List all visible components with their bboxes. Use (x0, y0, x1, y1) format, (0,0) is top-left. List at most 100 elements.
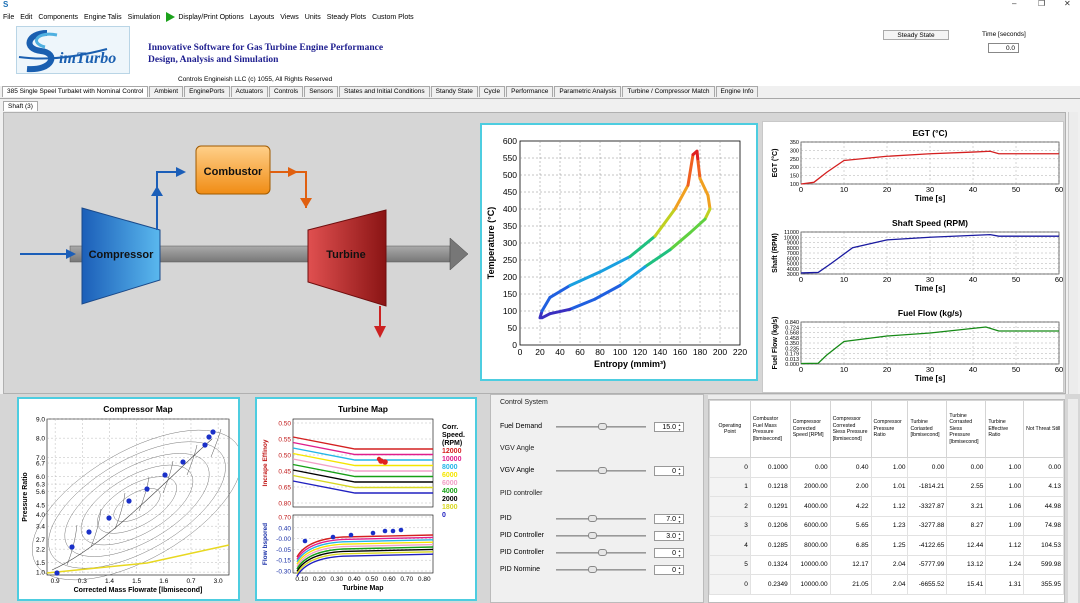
pid-normine-input[interactable]: 0 (654, 564, 684, 575)
menu-steady-plots[interactable]: Steady Plots (327, 14, 366, 21)
slider-thumb[interactable] (588, 514, 597, 522)
tab-steady-state[interactable]: Standy State (430, 86, 478, 97)
fuel-demand-label: Fuel Demand (500, 423, 543, 430)
tab-ambient[interactable]: Ambient (149, 86, 184, 97)
slider-thumb[interactable] (598, 466, 607, 474)
menu-views[interactable]: Views (280, 14, 299, 21)
x-tick-label: 60 (1055, 275, 1063, 284)
pid-controller-2-row: PID Controller 0 (500, 547, 695, 558)
vgv-slider[interactable] (556, 466, 646, 474)
y-tick-label: 550 (503, 153, 517, 163)
col-header[interactable]: Operating Point (709, 400, 751, 458)
pid-normine-slider[interactable] (556, 565, 646, 573)
maximize-icon[interactable]: ❐ (1038, 0, 1045, 8)
pid-controller-2-slider[interactable] (556, 548, 646, 556)
table-cell: 0.1291 (749, 496, 791, 517)
col-header[interactable]: Combustor Fuel Mass Pressure [lbmisecond… (749, 400, 791, 458)
x-tick-label: 20 (883, 365, 891, 374)
minimize-icon[interactable]: – (1012, 0, 1016, 8)
pid-slider[interactable] (556, 514, 646, 522)
close-icon[interactable]: ✕ (1064, 0, 1071, 8)
menu-file[interactable]: File (3, 14, 14, 21)
x-tick-label: 1.4 (105, 578, 114, 585)
tab-parametric[interactable]: Parametric Analysis (554, 86, 622, 97)
table-cell: 2.00 (829, 476, 872, 497)
pid-controller-slider[interactable] (556, 531, 646, 539)
menu-engine[interactable]: Engine Talis (84, 14, 122, 21)
y-tick-label: 5000 (787, 262, 799, 268)
tab-performance[interactable]: Performance (506, 86, 554, 97)
slider-thumb[interactable] (588, 565, 597, 573)
tab-match[interactable]: Turbine / Compressor Match (622, 86, 715, 97)
tab-controls[interactable]: Controls (268, 86, 304, 97)
table-row[interactable]: 2 0.1291 4000.00 4.22 1.12 -3327.87 3.21 1.06 44… (709, 496, 1064, 517)
col-header[interactable]: Compressor Corrested Siess Pressure [lbm… (829, 400, 872, 458)
legend-entry: 1800 (442, 504, 458, 511)
table-row[interactable]: 3 0.1206 6000.00 5.65 1.23 -3277.88 8.27 1.09 74… (709, 515, 1064, 536)
table-cell: 0.1218 (749, 476, 791, 497)
vertical-scrollbar[interactable] (1068, 112, 1078, 394)
fuel-demand-slider[interactable] (556, 422, 646, 430)
table-row[interactable]: 0 0.2349 10000.00 21.05 2.04 -6655.52 15.41 1.3… (709, 574, 1064, 595)
y-tick-label: -0.05 (276, 547, 291, 554)
operating-point (106, 515, 112, 521)
y-tick-label: 10000 (784, 235, 799, 241)
table-row[interactable]: 1 0.1218 2000.00 2.00 1.01 -1814.21 2.55 1.00 4.… (709, 476, 1064, 497)
tab-engineports[interactable]: EnginePorts (184, 86, 230, 97)
menu-custom-plots[interactable]: Custom Plots (372, 14, 414, 21)
pid-controller-input[interactable]: 3.0 (654, 530, 684, 541)
slider-thumb[interactable] (598, 422, 607, 430)
time-input[interactable]: 0.0 (988, 43, 1019, 53)
y-tick-label: 100 (503, 306, 517, 316)
menu-units[interactable]: Units (305, 14, 321, 21)
x-tick-label: 50 (1012, 365, 1020, 374)
menu-edit[interactable]: Edit (20, 14, 32, 21)
table-cell: 6000.00 (789, 515, 831, 536)
run-icon[interactable] (166, 12, 176, 22)
fuel-demand-input[interactable]: 15.0 (654, 421, 684, 432)
y-tick-label: 300 (503, 238, 517, 248)
col-header[interactable]: Compressor Pressure Ratio (870, 400, 909, 458)
operating-point (180, 459, 186, 465)
y-tick-label: 0.40 (278, 525, 291, 532)
steady-state-button[interactable]: Steady State (883, 30, 949, 40)
x-tick-label: 0.50 (365, 576, 378, 583)
tab-cycle[interactable]: Cycle (478, 86, 506, 97)
operating-point (370, 530, 376, 536)
tab-engine-info[interactable]: Engine Info (715, 86, 759, 97)
vgv-input[interactable]: 0 (654, 465, 684, 476)
pid-input[interactable]: 7.0 (654, 513, 684, 524)
y-tick-label: 5.6 (36, 489, 45, 496)
table-cell: 10000.00 (789, 554, 831, 575)
table-row[interactable]: 0 0.1000 0.00 0.40 1.00 0.00 0.00 1.00 0.00 (709, 457, 1064, 478)
col-header[interactable]: Turbine Corrasted Siess Pressure [lbmise… (946, 400, 987, 458)
x-tick-label: 50 (1012, 275, 1020, 284)
table-row[interactable]: 4 0.1285 8000.00 6.85 1.25 -4122.65 12.44 1.12 1… (709, 535, 1064, 556)
pid-controller-2-input[interactable]: 0 (654, 547, 684, 558)
operating-point (144, 486, 150, 492)
x-tick-label: 120 (633, 347, 647, 357)
tab-engine[interactable]: 385 Single Speel Turbalet with Nominal C… (2, 86, 149, 97)
slider-thumb[interactable] (588, 531, 597, 539)
x-axis-label: Time [s] (915, 374, 946, 383)
x-tick-label: 0.20 (313, 576, 326, 583)
table-cell: 1.00 (985, 457, 1025, 478)
menu-display[interactable]: Display/Print Options (178, 14, 243, 21)
table-cell: 6.85 (829, 535, 872, 556)
menu-simulation[interactable]: Simulation (128, 14, 161, 21)
tab-states[interactable]: States and Initial Conditions (339, 86, 430, 97)
table-row[interactable]: 5 0.1324 10000.00 12.17 2.04 -5777.99 13.12 1.2… (709, 554, 1064, 575)
tab-sensors[interactable]: Sensors (304, 86, 339, 97)
tab-shaft[interactable]: Shaft (3) (3, 101, 38, 111)
menu-layouts[interactable]: Layouts (250, 14, 275, 21)
col-header[interactable]: Compressor Corrected Speed [RPM] (789, 400, 831, 458)
col-header[interactable]: Turbine Coriasted [lbmisecond] (907, 400, 948, 458)
col-header[interactable]: Not Threat Still (1023, 400, 1064, 458)
menu-components[interactable]: Components (38, 14, 78, 21)
tab-actuators[interactable]: Actuators (230, 86, 268, 97)
col-header[interactable]: Turbine Effective Ratio (985, 400, 1025, 458)
slider-thumb[interactable] (598, 548, 607, 556)
table-scrollbar[interactable] (1068, 399, 1078, 603)
ts-diagram: 0 20 40 60 80 100 120 140 160 180 200 220 0 50 100 150 2… (486, 136, 747, 369)
cycle-segment (695, 149, 700, 163)
